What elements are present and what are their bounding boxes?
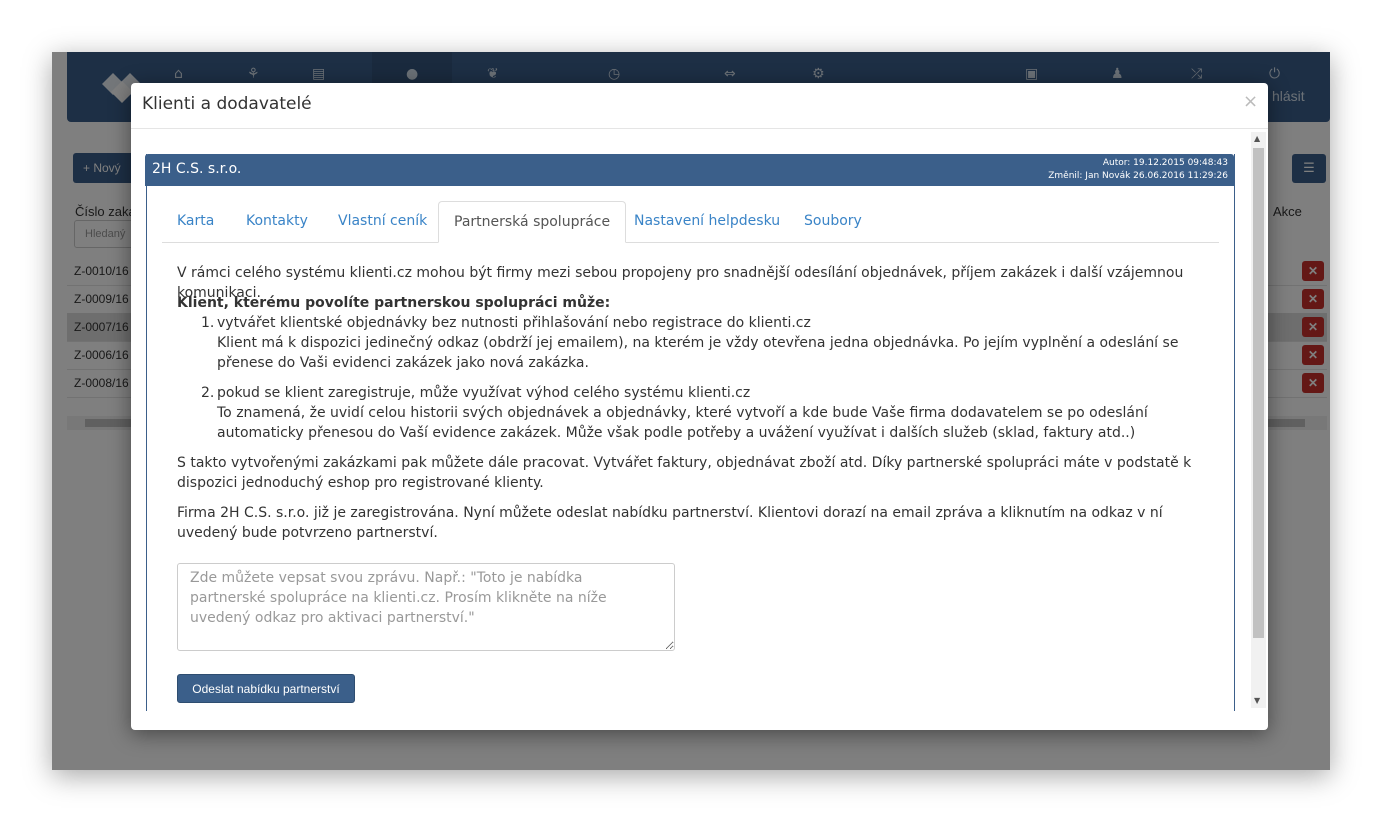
list-item: 1. vytvářet klientské objednávky bez nut… [201, 313, 1201, 373]
modal-title: Klienti a dodavatelé [142, 94, 312, 114]
tab-vlastni-cenik[interactable]: Vlastní ceník [323, 201, 442, 241]
list-item-title: pokud se klient zaregistruje, může využí… [217, 385, 751, 401]
clients-modal: Klienti a dodavatelé × 2H C.S. s.r.o. Au… [131, 83, 1268, 730]
changed-line: Změnil: Jan Novák 26.06.2016 11:29:26 [1048, 171, 1228, 181]
tab-kontakty[interactable]: Kontakty [231, 201, 323, 241]
partnership-message-input[interactable] [177, 563, 675, 651]
close-icon[interactable]: × [1243, 91, 1258, 112]
section-heading: Klient, kterému povolíte partnerskou spo… [177, 295, 611, 311]
paragraph-registered: Firma 2H C.S. s.r.o. již je zaregistrová… [177, 505, 1163, 541]
paragraph-usage: S takto vytvořenými zakázkami pak můžete… [177, 455, 1192, 491]
author-line: Autor: 19.12.2015 09:48:43 [1102, 158, 1228, 168]
modal-body: 2H C.S. s.r.o. Autor: 19.12.2015 09:48:4… [131, 129, 1268, 711]
list-item-detail: Klient má k dispozici jedinečný odkaz (o… [217, 335, 1179, 371]
scrollbar-thumb[interactable] [1253, 148, 1264, 638]
scroll-down-icon[interactable]: ▼ [1254, 696, 1260, 705]
list-item: 2. pokud se klient zaregistruje, může vy… [201, 383, 1201, 443]
scroll-up-icon[interactable]: ▲ [1254, 134, 1260, 143]
tab-bar: Karta Kontakty Vlastní ceník Partnerská … [162, 201, 1219, 243]
client-name: 2H C.S. s.r.o. [152, 161, 242, 177]
send-partnership-offer-button[interactable]: Odeslat nabídku partnerství [177, 674, 355, 703]
vertical-scrollbar[interactable]: ▲ ▼ [1251, 132, 1266, 708]
tab-partnerska-spoluprace[interactable]: Partnerská spolupráce [438, 201, 627, 243]
tab-nastaveni-helpdesku[interactable]: Nastavení helpdesku [619, 201, 795, 241]
list-item-title: vytvářet klientské objednávky bez nutnos… [217, 315, 811, 331]
list-item-detail: To znamená, že uvidí celou historii svýc… [217, 405, 1148, 441]
client-panel-header: 2H C.S. s.r.o. Autor: 19.12.2015 09:48:4… [145, 154, 1234, 186]
modal-header: Klienti a dodavatelé × [131, 83, 1268, 129]
tab-soubory[interactable]: Soubory [789, 201, 877, 241]
audit-info: Autor: 19.12.2015 09:48:43 Změnil: Jan N… [1048, 157, 1228, 183]
tab-karta[interactable]: Karta [162, 201, 229, 241]
